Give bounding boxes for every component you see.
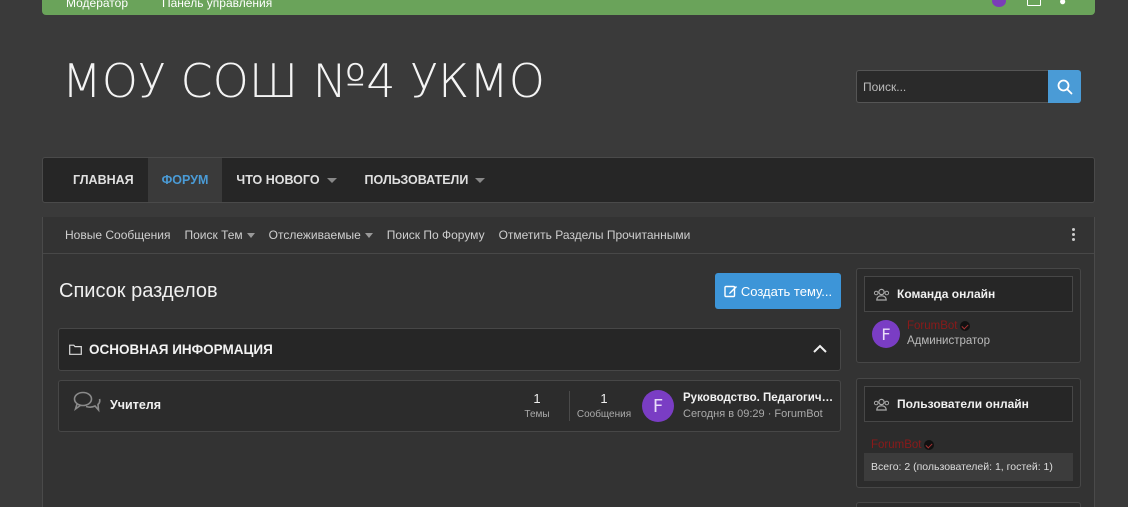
staff-role: Администратор <box>907 335 990 347</box>
category-title: ОСНОВНАЯ ИНФОРМАЦИЯ <box>89 342 273 357</box>
bell-icon[interactable]: ● <box>1059 0 1066 8</box>
avatar[interactable]: F <box>642 390 674 422</box>
nav-home[interactable]: ГЛАВНАЯ <box>59 158 148 202</box>
users-online-title: Пользователи онлайн <box>897 397 1029 411</box>
caret-down-icon[interactable] <box>364 232 373 238</box>
subnav-new-posts[interactable]: Новые Сообщения <box>65 228 170 242</box>
nav-whats-new[interactable]: ЧТО НОВОГО <box>222 158 350 202</box>
sidebar-widget <box>856 502 1081 507</box>
category-header[interactable]: ОСНОВНАЯ ИНФОРМАЦИЯ <box>58 328 841 371</box>
verified-badge-icon <box>923 440 934 450</box>
search-button[interactable] <box>1048 70 1081 103</box>
nav-forum-label: ФОРУМ <box>161 173 209 187</box>
search-icon <box>1057 79 1072 94</box>
staff-username-text: ForumBot <box>907 320 958 332</box>
inbox-icon[interactable] <box>1027 0 1041 6</box>
edit-icon <box>724 285 737 298</box>
sub-nav: Новые Сообщения Поиск Тем Отслеживаемые … <box>43 217 1094 254</box>
messages-count: 1 <box>600 391 608 406</box>
online-username-text: ForumBot <box>871 439 922 451</box>
create-thread-button[interactable]: Создать тему... <box>715 273 841 309</box>
nav-forum[interactable]: ФОРУМ <box>147 158 223 202</box>
users-online-header: Пользователи онлайн <box>864 386 1073 422</box>
stat-divider <box>569 391 570 421</box>
user-avatar-icon[interactable] <box>992 0 1006 7</box>
top-bar: Модератор Панель управления ● <box>42 0 1095 15</box>
online-total: Всего: 2 (пользователей: 1, гостей: 1) <box>864 453 1073 481</box>
create-thread-label: Создать тему... <box>740 283 833 299</box>
chevron-up-icon[interactable] <box>812 343 828 355</box>
nav-members[interactable]: ПОЛЬЗОВАТЕЛИ <box>351 158 500 202</box>
last-post-title[interactable]: Руководство. Педагогический состав <box>683 392 835 404</box>
users-icon <box>873 398 890 411</box>
more-options-icon[interactable] <box>1072 228 1076 242</box>
admin-panel-link[interactable]: Панель управления <box>162 0 272 10</box>
threads-label: Темы <box>524 409 550 420</box>
main-nav: ГЛАВНАЯ ФОРУМ ЧТО НОВОГО ПОЛЬЗОВАТЕЛИ <box>42 157 1095 203</box>
search-box <box>856 70 1081 103</box>
nav-members-label: ПОЛЬЗОВАТЕЛИ <box>364 173 469 187</box>
folder-icon <box>69 344 82 355</box>
messages-label: Сообщения <box>576 409 632 420</box>
subnav-search-threads-label: Поиск Тем <box>184 228 243 242</box>
staff-username[interactable]: ForumBot <box>907 320 970 332</box>
subnav-watched[interactable]: Отслеживаемые <box>269 228 373 242</box>
verified-badge-icon <box>959 321 970 331</box>
caret-down-icon[interactable] <box>326 177 337 183</box>
nav-whats-new-label: ЧТО НОВОГО <box>236 173 320 187</box>
threads-count: 1 <box>533 391 541 406</box>
users-icon <box>873 288 890 301</box>
subnav-watched-label: Отслеживаемые <box>268 228 361 242</box>
threads-stat: 1 Темы <box>521 391 553 420</box>
forum-row[interactable]: Учителя 1 Темы 1 Сообщения F Руководство… <box>58 380 841 432</box>
search-input[interactable] <box>856 70 1048 103</box>
site-logo[interactable]: МОУ СОШ №4 УКМО <box>62 54 545 108</box>
chat-bubbles-icon <box>73 391 101 413</box>
last-post-meta[interactable]: Сегодня в 09:29 · ForumBot <box>683 408 835 420</box>
staff-online-header: Команда онлайн <box>864 276 1073 312</box>
moderator-link[interactable]: Модератор <box>66 0 128 10</box>
content-area: Новые Сообщения Поиск Тем Отслеживаемые … <box>42 217 1095 507</box>
subnav-search-forum[interactable]: Поиск По Форуму <box>387 228 485 242</box>
online-username[interactable]: ForumBot <box>871 439 934 451</box>
users-online-widget: Пользователи онлайн ForumBot Всего: 2 (п… <box>856 378 1081 488</box>
page-title: Список разделов <box>59 280 218 302</box>
staff-online-title: Команда онлайн <box>897 287 996 301</box>
messages-stat: 1 Сообщения <box>575 391 633 420</box>
caret-down-icon[interactable] <box>475 177 486 183</box>
caret-down-icon[interactable] <box>246 232 255 238</box>
forum-name[interactable]: Учителя <box>110 398 161 412</box>
avatar[interactable]: F <box>872 320 900 348</box>
subnav-mark-read[interactable]: Отметить Разделы Прочитанными <box>499 228 691 242</box>
staff-online-widget: Команда онлайн F ForumBot Администратор <box>856 268 1081 363</box>
subnav-search-threads[interactable]: Поиск Тем <box>184 228 255 242</box>
nav-home-label: ГЛАВНАЯ <box>73 173 134 187</box>
